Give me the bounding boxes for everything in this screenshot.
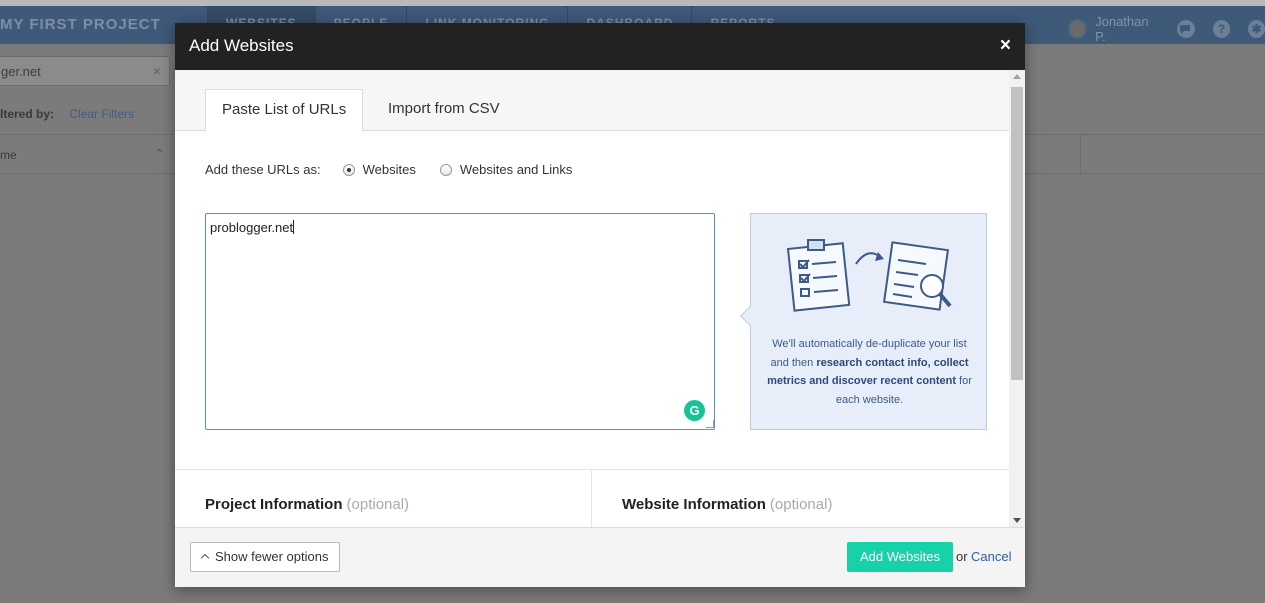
avatar[interactable] [1068,19,1088,39]
or-text: or [956,549,968,564]
radio-websites[interactable] [342,163,355,176]
optional-label: (optional) [769,496,833,513]
scroll-thumb[interactable] [1011,87,1023,380]
modal-title: Add Websites [189,36,294,55]
modal-header: Add Websites × [175,23,1025,70]
section-divider [175,469,1009,470]
project-name[interactable]: MY FIRST PROJECT [0,16,161,33]
info-description: We'll automatically de-duplicate your li… [765,335,974,409]
resize-handle[interactable] [706,420,714,428]
column-divider [1080,135,1081,175]
grammarly-icon[interactable]: G [684,400,705,421]
user-name[interactable]: Jonathan P. [1095,14,1159,44]
clear-filters-link[interactable]: Clear Filters [69,107,134,121]
radio-websites-label[interactable]: Websites [363,162,416,177]
optional-label: (optional) [346,496,410,513]
radio-websites-and-links[interactable] [439,163,452,176]
cancel-link[interactable]: Cancel [971,549,1011,564]
gear-icon[interactable]: ✱ [1248,20,1265,38]
scroll-down-arrow-icon[interactable] [1013,518,1021,523]
url-list-value: problogger.net [210,220,294,235]
search-input[interactable]: ger.net × [0,56,170,86]
chevron-up-icon [200,553,210,563]
modal-tab-bar: Paste List of URLs Import from CSV [175,70,1009,132]
section-column-divider [591,470,592,527]
url-list-textarea[interactable]: problogger.net [205,213,715,430]
project-information-heading: Project Information (optional) [205,496,409,513]
add-websites-button[interactable]: Add Websites [847,542,953,572]
help-icon[interactable]: ? [1213,20,1231,38]
modal-footer: Show fewer options Add Websites or Cance… [175,527,1025,587]
add-websites-modal: Add Websites × Paste List of URLs Import… [175,23,1025,587]
website-information-heading: Website Information (optional) [622,496,832,513]
scroll-up-arrow-icon[interactable] [1013,74,1021,79]
add-as-row: Add these URLs as: Websites Websites and… [205,162,596,177]
add-as-label: Add these URLs as: [205,162,321,177]
user-menu[interactable]: Jonathan P. ? ✱ [1068,14,1265,44]
close-icon[interactable]: × [1000,35,1011,57]
tab-paste-list[interactable]: Paste List of URLs [205,89,364,132]
website-information-title: Website Information [622,496,766,513]
chat-icon[interactable] [1177,20,1196,38]
sort-asc-icon[interactable]: ⌃ [155,147,164,160]
info-panel-pointer [740,306,760,326]
radio-websites-and-links-label[interactable]: Websites and Links [460,162,573,177]
column-header-name[interactable]: me [0,148,17,162]
info-panel: We'll automatically de-duplicate your li… [740,213,987,430]
clear-search-icon[interactable]: × [153,63,161,79]
search-value: ger.net [1,64,41,79]
show-fewer-options-button[interactable]: Show fewer options [190,542,341,572]
show-fewer-options-label: Show fewer options [215,549,329,564]
dedupe-illustration-icon [786,239,952,312]
filter-row: ltered by: Clear Filters [0,107,134,121]
text-caret [293,220,295,234]
project-information-title: Project Information [205,496,343,513]
modal-scrollbar[interactable] [1009,70,1025,527]
tab-import-csv[interactable]: Import from CSV [372,89,516,132]
filtered-by-label: ltered by: [0,107,55,121]
modal-body: Paste List of URLs Import from CSV Add t… [175,70,1009,527]
